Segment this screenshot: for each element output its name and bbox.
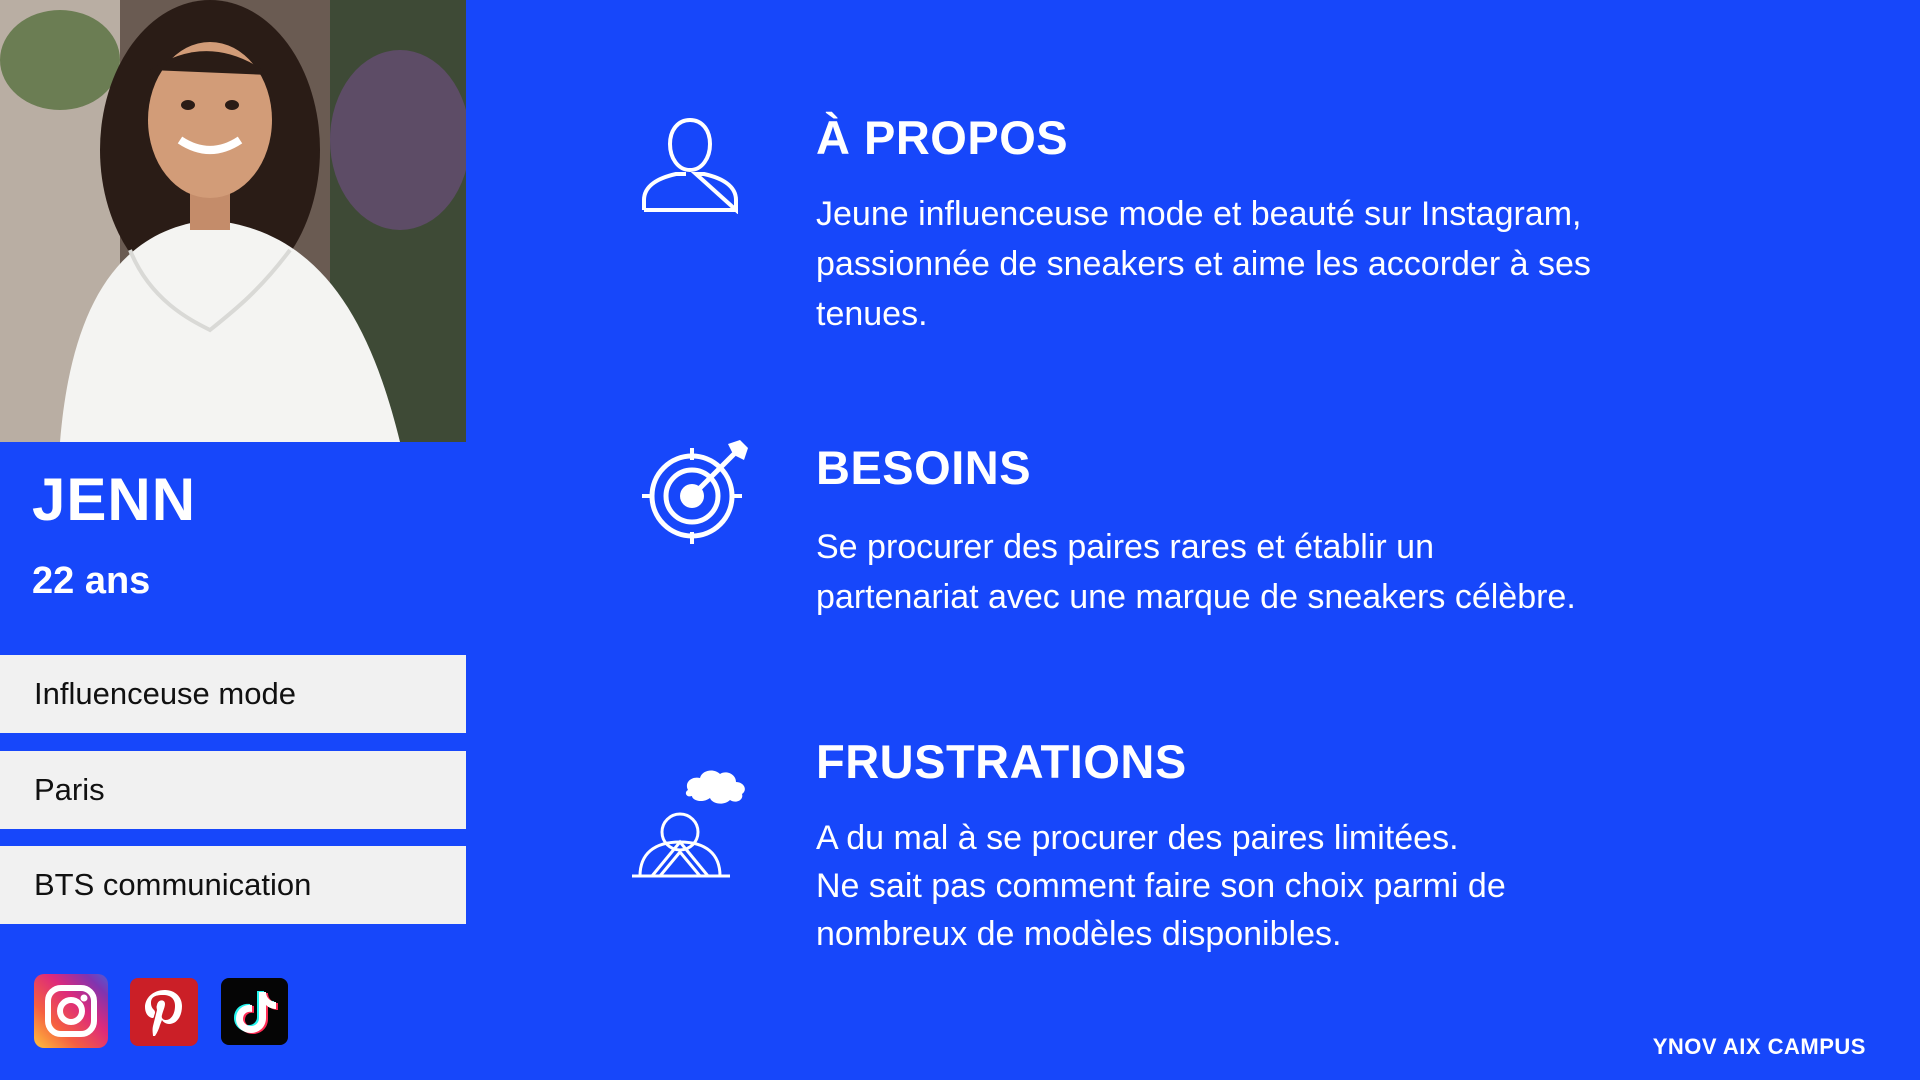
frustrated-person-cloud-icon (630, 742, 774, 882)
persona-age: 22 ans (32, 560, 151, 602)
about-text-line: tenues. (816, 295, 928, 333)
needs-text-line: partenariat avec une marque de sneakers … (816, 578, 1576, 616)
pinterest-icon[interactable] (130, 978, 198, 1046)
about-heading: À PROPOS (816, 111, 1069, 164)
user-icon (640, 114, 740, 215)
frustrations-text-line: Ne sait pas comment faire son choix parm… (816, 867, 1506, 905)
needs-heading: BESOINS (816, 441, 1032, 494)
about-text-line: passionnée de sneakers et aime les accor… (816, 245, 1591, 283)
tiktok-icon[interactable] (221, 978, 288, 1045)
frustrations-text-line: A du mal à se procurer des paires limité… (816, 819, 1459, 857)
needs-text: Se procurer des paires rares et établir … (816, 522, 1716, 622)
tag-location: Paris (0, 751, 466, 829)
about-text: Jeune influenceuse mode et beauté sur In… (816, 189, 1716, 339)
instagram-icon[interactable] (34, 974, 108, 1048)
about-text-line: Jeune influenceuse mode et beauté sur In… (816, 195, 1582, 233)
target-icon (640, 436, 754, 550)
needs-text-line: Se procurer des paires rares et établir … (816, 528, 1434, 566)
frustrations-heading: FRUSTRATIONS (816, 735, 1187, 788)
tag-education: BTS communication (0, 846, 466, 924)
persona-name: JENN (32, 466, 197, 533)
tag-occupation: Influenceuse mode (0, 655, 466, 733)
frustrations-text-line: nombreux de modèles disponibles. (816, 915, 1342, 953)
footer-campus: YNOV AIX CAMPUS (1652, 1034, 1866, 1059)
portrait-photo (0, 0, 466, 442)
frustrations-text: A du mal à se procurer des paires limité… (816, 814, 1716, 958)
